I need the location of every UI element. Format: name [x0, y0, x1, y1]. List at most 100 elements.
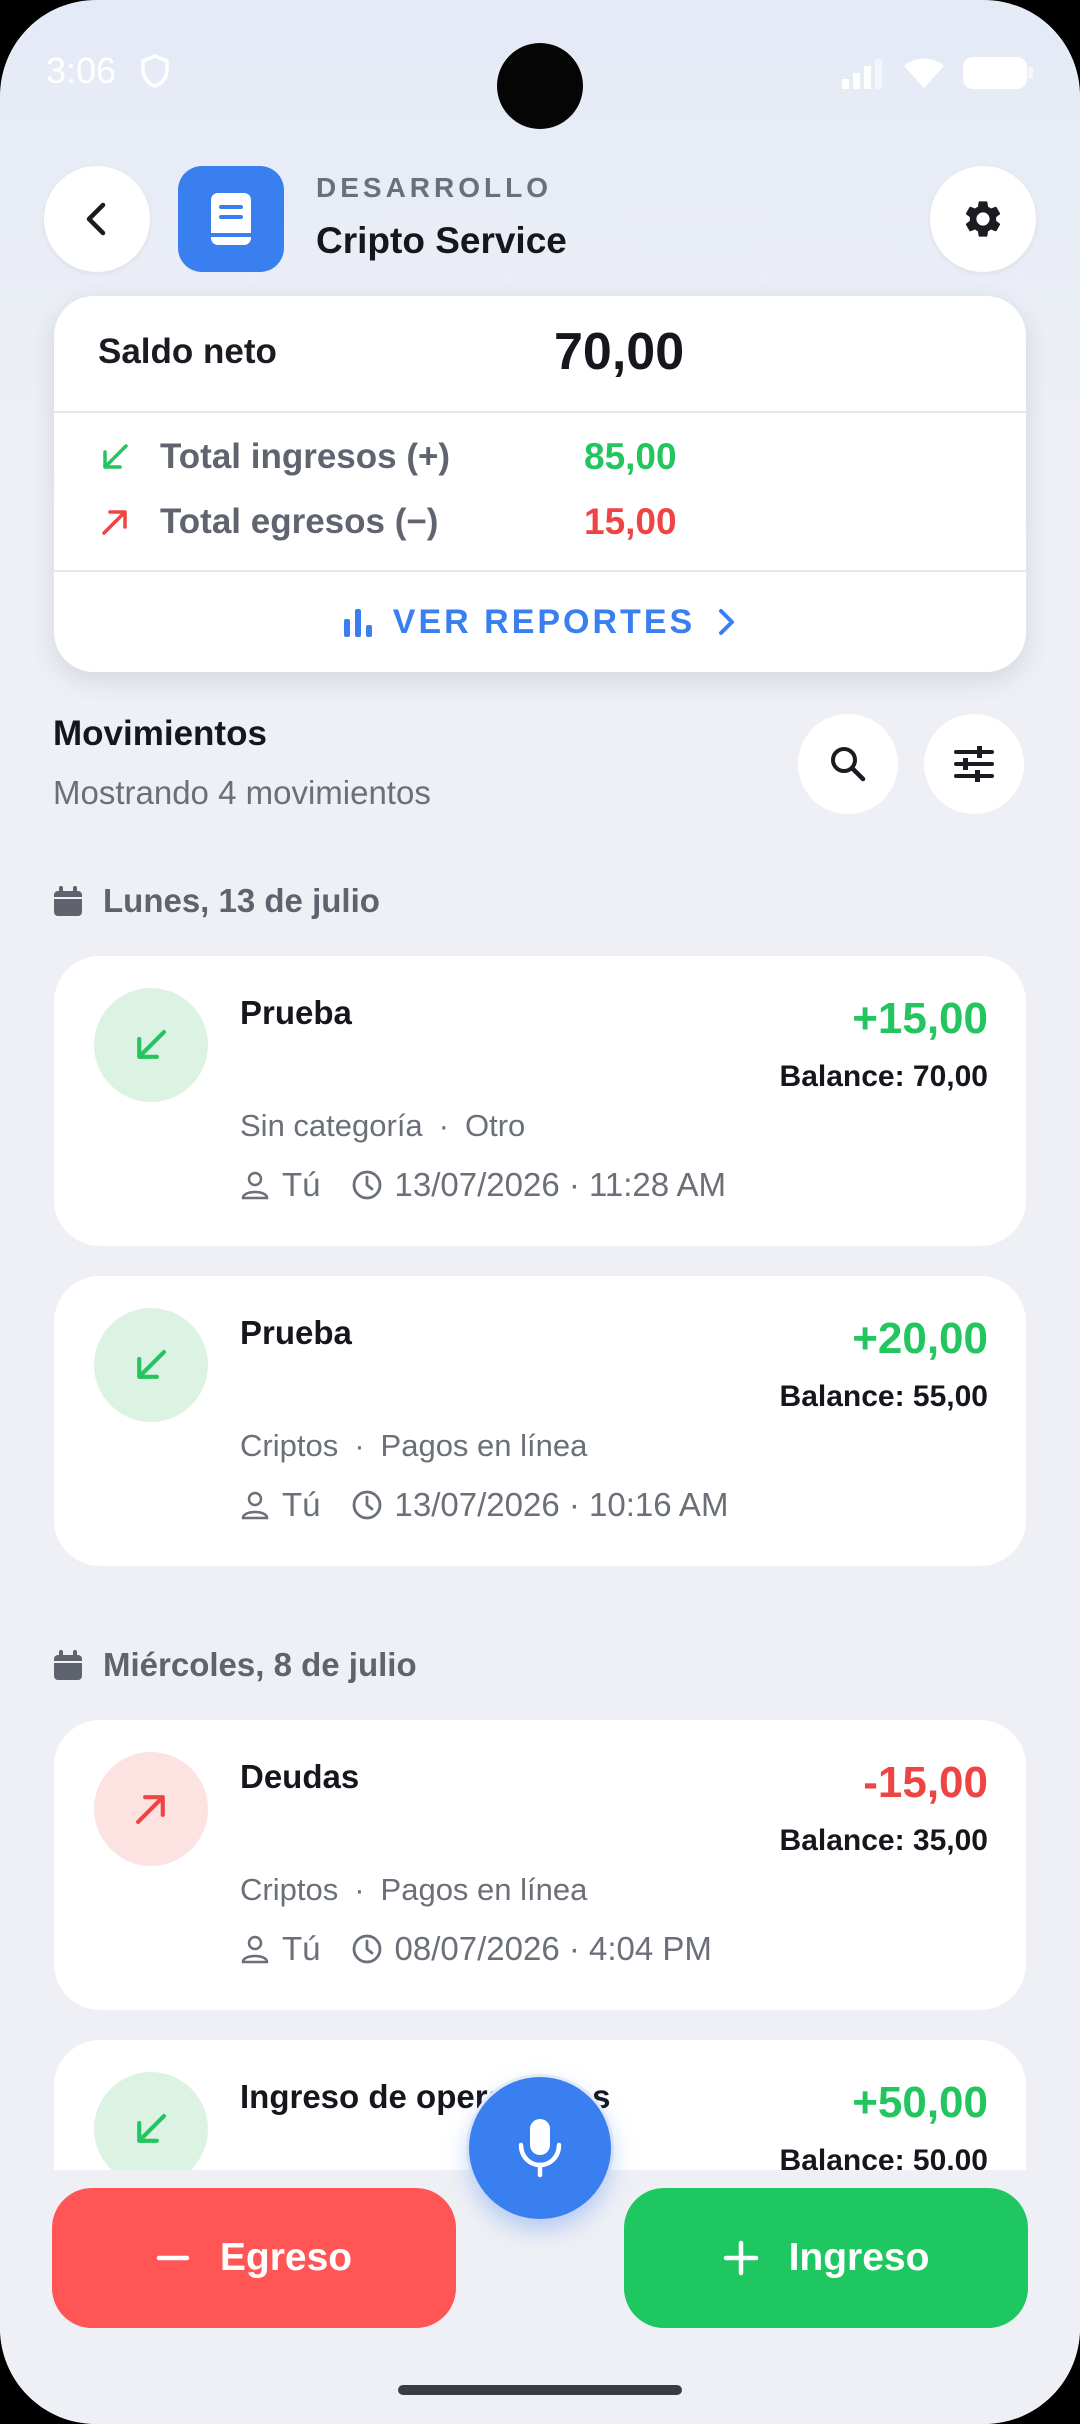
date-group-header: Miércoles, 8 de julio	[53, 1646, 417, 1684]
total-income-label: Total ingresos (+)	[160, 437, 451, 476]
transaction-title: Prueba	[240, 994, 352, 1031]
person-icon	[241, 1935, 269, 1964]
date-label: Miércoles, 8 de julio	[103, 1646, 417, 1683]
arrow-down-left-icon	[137, 2114, 166, 2143]
arrow-up-right-icon	[102, 510, 127, 535]
transaction-user: Tú	[282, 1930, 321, 1967]
transaction-amount: +20,00	[852, 1314, 988, 1363]
movements-title: Movimientos	[53, 714, 267, 753]
income-badge	[94, 988, 208, 1102]
settings-button[interactable]	[930, 166, 1036, 272]
transaction-datetime: 08/07/2026 · 4:04 PM	[394, 1930, 712, 1967]
add-income-label: Ingreso	[788, 2236, 930, 2279]
back-button[interactable]	[44, 166, 150, 272]
date-group-header: Lunes, 13 de julio	[53, 882, 380, 920]
arrow-up-right-icon	[136, 1795, 165, 1824]
add-expense-label: Egreso	[219, 2236, 353, 2279]
transaction-amount: +15,00	[852, 994, 988, 1043]
search-icon	[831, 747, 866, 782]
phone-screen: 3:06 DESARROLLO Cripto Service Saldo net…	[0, 0, 1080, 2424]
voice-input-button[interactable]	[469, 2077, 611, 2219]
clock-icon	[352, 1170, 381, 1200]
total-income-row: Total ingresos (+) 85,00	[98, 436, 677, 478]
total-expense-row: Total egresos (−) 15,00	[98, 501, 677, 543]
transaction-user: Tú	[282, 1166, 321, 1203]
arrow-down-left-icon	[137, 1350, 166, 1379]
clock-icon	[352, 1490, 381, 1520]
subcategory-label: Otro	[465, 1108, 526, 1143]
plus-icon	[723, 2240, 758, 2276]
transaction-title: Prueba	[240, 1314, 352, 1351]
status-icons	[840, 56, 1034, 90]
divider	[54, 411, 1026, 413]
total-expense-label: Total egresos (−)	[160, 502, 439, 541]
separator-dot: ·	[354, 1428, 365, 1463]
chevron-left-icon	[86, 202, 106, 236]
view-reports-label: VER REPORTES	[392, 602, 696, 641]
transaction-category: Sin categoría · Otro	[240, 1108, 525, 1144]
category-label: Sin categoría	[240, 1108, 423, 1143]
battery-icon	[963, 57, 1033, 89]
income-badge	[94, 1308, 208, 1422]
calendar-icon	[54, 886, 82, 916]
category-label: Criptos	[240, 1872, 339, 1907]
transaction-card[interactable]: Prueba +15,00 Balance: 70,00 Sin categor…	[54, 956, 1026, 1246]
shield-icon	[140, 54, 170, 93]
transaction-user: Tú	[282, 1486, 321, 1523]
search-button[interactable]	[798, 714, 898, 814]
calendar-icon	[54, 1650, 82, 1680]
total-expense-value: 15,00	[584, 501, 677, 542]
net-balance-value: 70,00	[554, 323, 685, 381]
person-icon	[241, 1491, 269, 1520]
transaction-info: Tú 08/07/2026 · 4:04 PM	[240, 1930, 712, 1968]
movements-count: Mostrando 4 movimientos	[53, 774, 431, 811]
transaction-datetime: 13/07/2026 · 10:16 AM	[394, 1486, 729, 1523]
arrow-down-left-icon	[103, 444, 128, 469]
total-income-value: 85,00	[584, 436, 677, 477]
gear-icon	[965, 201, 1001, 237]
transaction-category: Criptos · Pagos en línea	[240, 1428, 587, 1464]
page-title: Cripto Service	[316, 220, 567, 261]
add-income-button[interactable]: Ingreso	[624, 2188, 1028, 2328]
transaction-balance: Balance: 35,00	[779, 1824, 988, 1857]
subcategory-label: Pagos en línea	[380, 1872, 588, 1907]
transaction-datetime: 13/07/2026 · 11:28 AM	[394, 1166, 726, 1203]
signal-icon	[842, 59, 882, 89]
date-label: Lunes, 13 de julio	[103, 882, 380, 919]
microphone-icon	[518, 2119, 562, 2178]
category-label: Criptos	[240, 1428, 339, 1463]
chevron-right-icon	[719, 609, 735, 635]
transaction-card[interactable]: Prueba +20,00 Balance: 55,00 Criptos · P…	[54, 1276, 1026, 1566]
separator-dot: ·	[354, 1872, 365, 1907]
person-icon	[241, 1171, 269, 1200]
transaction-category: Criptos · Pagos en línea	[240, 1872, 587, 1908]
tune-icon	[954, 746, 994, 782]
voice-input-wrapper	[466, 2074, 614, 2222]
balance-summary-card: Saldo neto 70,00 Total ingresos (+) 85,0…	[54, 296, 1026, 672]
transaction-amount: +50,00	[852, 2078, 988, 2127]
transaction-card[interactable]: Deudas -15,00 Balance: 35,00 Criptos · P…	[54, 1720, 1026, 2010]
status-time: 3:06	[46, 50, 117, 91]
view-reports-button[interactable]: VER REPORTES	[54, 572, 1026, 672]
transaction-balance: Balance: 70,00	[779, 1060, 988, 1093]
transaction-title: Deudas	[240, 1758, 360, 1795]
transaction-balance: Balance: 55,00	[779, 1380, 988, 1413]
home-indicator[interactable]	[398, 2385, 682, 2395]
bar-chart-icon	[343, 609, 372, 637]
expense-badge	[94, 1752, 208, 1866]
book-icon	[178, 166, 284, 272]
income-badge	[94, 2072, 208, 2186]
front-camera	[497, 43, 583, 129]
minus-icon	[156, 2255, 190, 2261]
arrow-down-left-icon	[137, 1030, 166, 1059]
transaction-info: Tú 13/07/2026 · 10:16 AM	[240, 1486, 728, 1524]
filter-button[interactable]	[924, 714, 1024, 814]
separator-dot: ·	[438, 1108, 449, 1143]
project-label: DESARROLLO	[316, 172, 552, 203]
wifi-icon	[904, 58, 944, 88]
transaction-info: Tú 13/07/2026 · 11:28 AM	[240, 1166, 726, 1204]
net-balance-label: Saldo neto	[98, 332, 277, 371]
transaction-amount: -15,00	[863, 1758, 988, 1807]
add-expense-button[interactable]: Egreso	[52, 2188, 456, 2328]
clock-icon	[352, 1934, 381, 1964]
